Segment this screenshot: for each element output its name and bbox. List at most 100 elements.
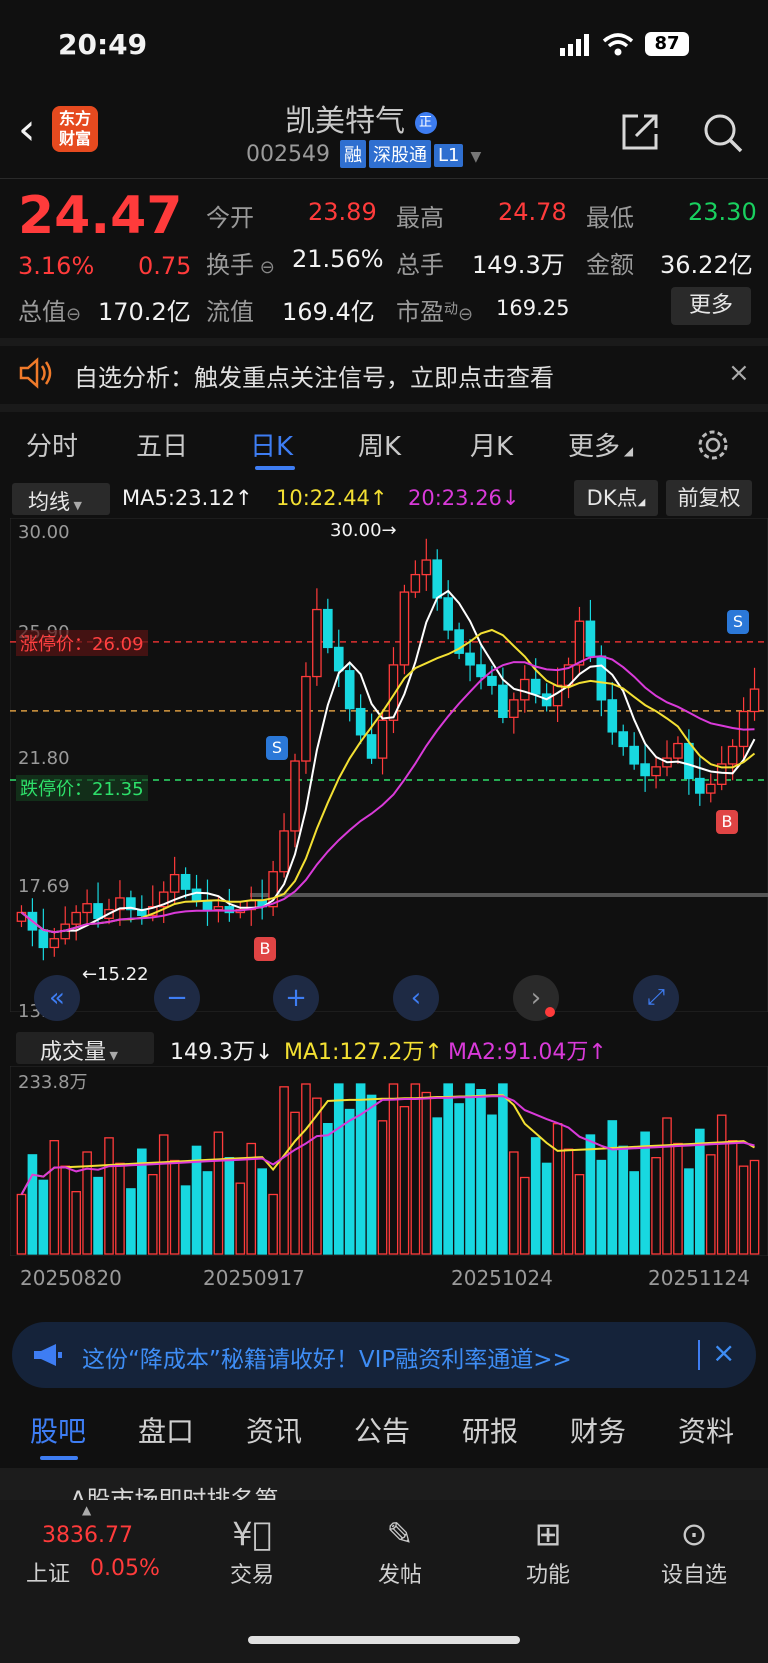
index-name[interactable]: 上证 (26, 1556, 70, 1588)
candle (421, 559, 432, 576)
quote-volume: 总手 (396, 251, 444, 279)
volume-bar (202, 1171, 213, 1255)
dk-button[interactable]: DK点◢ (574, 480, 658, 516)
candle (596, 655, 607, 701)
close-icon[interactable]: × (712, 1336, 735, 1369)
tab-news[interactable]: 资讯 (246, 1410, 302, 1450)
back-icon[interactable]: ‹ (18, 104, 36, 155)
tab-announcements[interactable]: 公告 (354, 1410, 410, 1450)
candle (640, 763, 650, 777)
volume-bar (705, 1154, 716, 1255)
section-gap (0, 338, 768, 346)
volume-bar (629, 1171, 639, 1255)
volume-bar (301, 1083, 311, 1255)
home-indicator (248, 1636, 520, 1644)
volume-bar (16, 1193, 27, 1255)
candle (498, 684, 508, 718)
quote-mktcap-value: 170.2亿 (98, 298, 191, 326)
volume-bar (421, 1091, 432, 1255)
volume-bar (487, 1114, 497, 1255)
nav-post[interactable]: ✎ 发帖 (340, 1515, 460, 1589)
settings-gear-icon[interactable] (696, 428, 730, 466)
volume-bar (323, 1123, 333, 1255)
badge-connect: 深股通 (368, 140, 431, 168)
tab-orderbook[interactable]: 盘口 (138, 1410, 194, 1450)
tab-intraday[interactable]: 分时 (26, 426, 78, 463)
kline-chart[interactable] (10, 518, 768, 1012)
tab-active-indicator (255, 466, 295, 470)
volume-bar (366, 1094, 377, 1255)
tab-weekly[interactable]: 周K (358, 426, 401, 463)
next-dot (545, 1007, 555, 1017)
candle (38, 929, 49, 949)
nav-functions[interactable]: ⊞ 功能 (488, 1515, 608, 1589)
quote-open-value: 23.89 (308, 198, 377, 226)
promo-text[interactable]: 这份“降成本”秘籍请收好！VIP融资利率通道>> (82, 1340, 572, 1374)
candle (82, 903, 92, 914)
candle (607, 699, 618, 733)
tab-daily[interactable]: 日K (250, 426, 293, 463)
volume-bar (509, 1151, 519, 1255)
sell-signal[interactable]: S (266, 736, 288, 760)
zoom-out-icon[interactable]: − (154, 975, 200, 1021)
volume-bar (541, 1162, 552, 1255)
volume-value: 149.3万↓ (170, 1040, 274, 1065)
tab-research[interactable]: 研报 (462, 1410, 518, 1450)
volume-bar (104, 1137, 114, 1255)
date-3: 20251024 (451, 1266, 553, 1290)
badge-margin: 融 (339, 140, 366, 168)
volume-bar (749, 1159, 760, 1255)
tab-finance[interactable]: 财务 (570, 1410, 626, 1450)
tab-forum[interactable]: 股吧 (30, 1410, 86, 1450)
stock-title[interactable]: 凯美特气 正 (285, 96, 437, 140)
tab-monthly[interactable]: 月K (470, 426, 513, 463)
buy-signal[interactable]: B (254, 937, 276, 961)
candle (705, 783, 716, 794)
volume-chart[interactable] (10, 1066, 768, 1256)
nav-add-watchlist[interactable]: ⊙ 设自选 (634, 1515, 754, 1589)
volume-bar (596, 1159, 607, 1255)
candle (169, 873, 180, 893)
high-marker: 30.00→ (330, 520, 397, 541)
quote-volume-value: 149.3万 (472, 251, 565, 279)
quote-amount: 金额 (586, 251, 634, 279)
tab-5day[interactable]: 五日 (136, 426, 188, 463)
close-icon[interactable]: × (728, 358, 750, 388)
fullscreen-icon[interactable]: ⤢ (633, 975, 679, 1021)
limit-down-label: 跌停价：21.35 (16, 775, 148, 801)
index-pct[interactable]: 0.05% (90, 1556, 160, 1581)
volume-bar (224, 1157, 235, 1255)
section-active-indicator (40, 1456, 78, 1460)
tab-profile[interactable]: 资料 (678, 1410, 734, 1450)
candle (629, 745, 639, 765)
candle (290, 760, 300, 832)
index-value[interactable]: 3836.77 (42, 1523, 133, 1548)
prev-icon[interactable]: ‹ (393, 975, 439, 1021)
volume-bar (333, 1083, 344, 1255)
adjust-button[interactable]: 前复权 (666, 480, 752, 516)
volume-bar (563, 1148, 574, 1255)
volume-bar (38, 1179, 49, 1255)
ticker-strip[interactable]: A股市场即时排名第 (0, 1468, 768, 1504)
megaphone-icon (32, 1342, 64, 1372)
buy-signal[interactable]: B (716, 810, 738, 834)
rewind-icon[interactable]: « (34, 975, 80, 1021)
search-icon[interactable] (702, 112, 744, 158)
volume-bar (695, 1128, 705, 1255)
stock-code-line[interactable]: 002549 融深股通 L1 ▼ (246, 140, 481, 168)
share-icon[interactable] (620, 112, 660, 156)
candle (279, 830, 289, 873)
ma-selector[interactable]: 均线 ▼ (12, 483, 110, 515)
tab-more[interactable]: 更多 ◢ (568, 426, 633, 463)
more-button[interactable]: 更多 (671, 287, 751, 325)
volume-selector[interactable]: 成交量 ▼ (16, 1032, 154, 1065)
volume-bar (727, 1140, 738, 1255)
quote-pe-value: 169.25 (496, 296, 570, 320)
notice-text[interactable]: 自选分析：触发重点关注信号，立即点击查看 (74, 358, 554, 393)
price-tick-4: 17.69 (18, 876, 70, 897)
sell-signal[interactable]: S (727, 610, 749, 634)
zoom-in-icon[interactable]: + (273, 975, 319, 1021)
nav-trade[interactable]: ¥⃝ 交易 (192, 1515, 312, 1589)
quote-amount-value: 36.22亿 (660, 251, 753, 279)
badge-level: L1 (433, 144, 464, 167)
